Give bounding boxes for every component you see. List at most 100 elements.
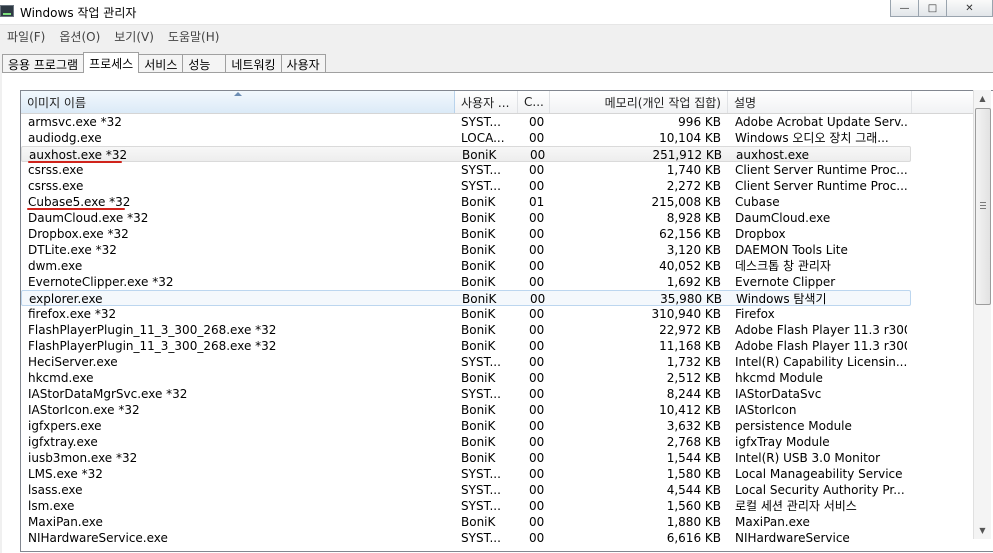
menu-view[interactable]: 보기(V) [107, 28, 161, 45]
process-memory: 8,244 KB [666, 387, 721, 401]
process-row[interactable]: auxhost.exe *32 BoniK 00 251,912 KB auxhost.… [21, 146, 911, 163]
process-user: BoniK [461, 339, 496, 353]
process-row[interactable]: hkcmd.exe BoniK 00 2,512 KB hkcmd Module [21, 370, 974, 386]
column-header-label: 메모리(개인 작업 집합) [604, 95, 721, 110]
process-memory: 6,616 KB [666, 531, 721, 545]
process-user: BoniK [461, 451, 496, 465]
process-description: auxhost.exe [736, 148, 810, 162]
process-row[interactable]: HeciServer.exe SYST... 00 1,732 KB Intel(R) … [21, 354, 974, 370]
process-user: BoniK [461, 211, 496, 225]
menu-options[interactable]: 옵션(O) [52, 28, 107, 45]
process-list[interactable]: 이미지 이름 사용자 ... C... 메모리(개인 작업 집합) 설명 arm… [20, 90, 993, 552]
process-cpu: 00 [529, 403, 545, 417]
process-user: BoniK [461, 323, 496, 337]
process-name: explorer.exe [29, 292, 103, 306]
process-cpu: 00 [529, 371, 545, 385]
process-user: LOCA... [461, 131, 505, 145]
process-name: NIHardwareService.exe [28, 531, 168, 545]
tab-processes[interactable]: 프로세스 [83, 52, 140, 73]
tab-applications[interactable]: 응용 프로그램 [2, 54, 85, 73]
process-user: BoniK [461, 259, 496, 273]
process-row[interactable]: audiodg.exe LOCA... 00 10,104 KB Windows 오디오… [21, 130, 974, 146]
vertical-scrollbar[interactable]: ▲ ▼ [973, 90, 991, 539]
process-description: 데스크톱 창 관리자 [735, 259, 831, 273]
column-header-label: C... [524, 95, 544, 109]
scroll-down-arrow-icon[interactable]: ▼ [974, 522, 991, 539]
process-description: Client Server Runtime Proc... [735, 179, 907, 193]
process-row[interactable]: NIHardwareService.exe SYST... 00 6,616 KB NI… [21, 530, 974, 546]
process-user: BoniK [461, 307, 496, 321]
process-description: igfxTray Module [735, 435, 830, 449]
process-cpu: 00 [529, 483, 545, 497]
process-row[interactable]: lsass.exe SYST... 00 4,544 KB Local Security… [21, 482, 974, 498]
process-row[interactable]: firefox.exe *32 BoniK 00 310,940 KB Firefox [21, 306, 974, 322]
title-bar: Windows 작업 관리자 — □ ✕ [0, 0, 993, 25]
process-memory: 10,104 KB [659, 131, 721, 145]
process-row[interactable]: FlashPlayerPlugin_11_3_300_268.exe *32 Bo… [21, 338, 974, 354]
process-user: SYST... [461, 387, 501, 401]
process-row[interactable]: igfxpers.exe BoniK 00 3,632 KB persistence M… [21, 418, 974, 434]
menu-help[interactable]: 도움말(H) [161, 28, 227, 45]
menu-bar: 파일(F) 옵션(O) 보기(V) 도움말(H) [0, 25, 993, 47]
column-header-label: 설명 [734, 95, 757, 110]
process-row[interactable]: csrss.exe SYST... 00 2,272 KB Client Server … [21, 178, 974, 194]
process-row[interactable]: igfxtray.exe BoniK 00 2,768 KB igfxTray Modu… [21, 434, 974, 450]
process-name: lsass.exe [28, 483, 83, 497]
process-cpu: 00 [530, 292, 546, 306]
process-description: Intel(R) Capability Licensin... [735, 355, 907, 369]
process-row[interactable]: dwm.exe BoniK 00 40,052 KB 데스크톱 창 관리자 [21, 258, 974, 274]
column-header-user[interactable]: 사용자 ... [455, 91, 518, 113]
process-description: Dropbox [735, 227, 786, 241]
process-rows: armsvc.exe *32 SYST... 00 996 KB Adobe Acrob… [21, 114, 974, 546]
process-row[interactable]: DTLite.exe *32 BoniK 00 3,120 KB DAEMON Tool… [21, 242, 974, 258]
process-row[interactable]: MaxiPan.exe BoniK 00 1,880 KB MaxiPan.exe [21, 514, 974, 530]
scrollbar-thumb[interactable] [975, 108, 991, 305]
column-header-cpu[interactable]: C... [518, 91, 550, 113]
tab-users[interactable]: 사용자 [280, 54, 326, 73]
process-memory: 251,912 KB [652, 148, 722, 162]
minimize-button[interactable]: — [890, 0, 919, 17]
process-cpu: 00 [529, 387, 545, 401]
process-memory: 1,740 KB [666, 163, 721, 177]
scroll-up-arrow-icon[interactable]: ▲ [974, 90, 991, 107]
tab-services[interactable]: 서비스 [138, 54, 184, 73]
process-row[interactable]: FlashPlayerPlugin_11_3_300_268.exe *32 Bo… [21, 322, 974, 338]
maximize-button[interactable]: □ [918, 0, 947, 17]
process-cpu: 00 [529, 531, 545, 545]
process-row[interactable]: LMS.exe *32 SYST... 00 1,580 KB Local Manage… [21, 466, 974, 482]
process-user: SYST... [461, 483, 501, 497]
process-memory: 2,512 KB [666, 371, 721, 385]
process-cpu: 00 [529, 355, 545, 369]
process-name: DTLite.exe *32 [28, 243, 117, 257]
process-row[interactable]: IAStorDataMgrSvc.exe *32 SYST... 00 8,244 K… [21, 386, 974, 402]
process-row[interactable]: EvernoteClipper.exe *32 BoniK 00 1,692 KB Ev… [21, 274, 974, 290]
tab-networking[interactable]: 네트워킹 [225, 54, 282, 73]
process-row[interactable]: iusb3mon.exe *32 BoniK 00 1,544 KB Intel(R) … [21, 450, 974, 466]
process-row[interactable]: lsm.exe SYST... 00 1,560 KB 로컬 세션 관리자 서비스 [21, 498, 974, 514]
process-user: BoniK [461, 515, 496, 529]
process-name: FlashPlayerPlugin_11_3_300_268.exe *32 [28, 339, 277, 353]
process-row[interactable]: DaumCloud.exe *32 BoniK 00 8,928 KB DaumClou… [21, 210, 974, 226]
process-row[interactable]: Dropbox.exe *32 BoniK 00 62,156 KB Dropbox [21, 226, 974, 242]
process-description: Local Security Authority Pr... [735, 483, 905, 497]
process-row[interactable]: Cubase5.exe *32 BoniK 01 215,008 KB Cubase [21, 194, 974, 210]
process-row[interactable]: IAStorIcon.exe *32 BoniK 00 10,412 KB IAStor… [21, 402, 974, 418]
process-row[interactable]: armsvc.exe *32 SYST... 00 996 KB Adobe Acrob… [21, 114, 974, 130]
process-cpu: 01 [529, 195, 545, 209]
menu-file[interactable]: 파일(F) [0, 28, 52, 45]
grip-icon [980, 202, 986, 209]
tab-performance[interactable]: 성능 [182, 54, 227, 73]
column-header-description[interactable]: 설명 [728, 91, 912, 113]
process-name: csrss.exe [28, 163, 84, 177]
close-button[interactable]: ✕ [946, 0, 993, 17]
column-header-memory[interactable]: 메모리(개인 작업 집합) [550, 91, 728, 113]
process-cpu: 00 [529, 467, 545, 481]
process-name: dwm.exe [28, 259, 83, 273]
process-cpu: 00 [529, 131, 545, 145]
process-row[interactable]: csrss.exe SYST... 00 1,740 KB Client Server … [21, 162, 974, 178]
process-description: DaumCloud.exe [735, 211, 831, 225]
process-description: Adobe Acrobat Update Serv... [735, 115, 907, 129]
process-memory: 996 KB [678, 115, 721, 129]
process-name: Dropbox.exe *32 [28, 227, 129, 241]
process-row[interactable]: explorer.exe BoniK 00 35,980 KB Windows 탐색기 [21, 290, 911, 306]
